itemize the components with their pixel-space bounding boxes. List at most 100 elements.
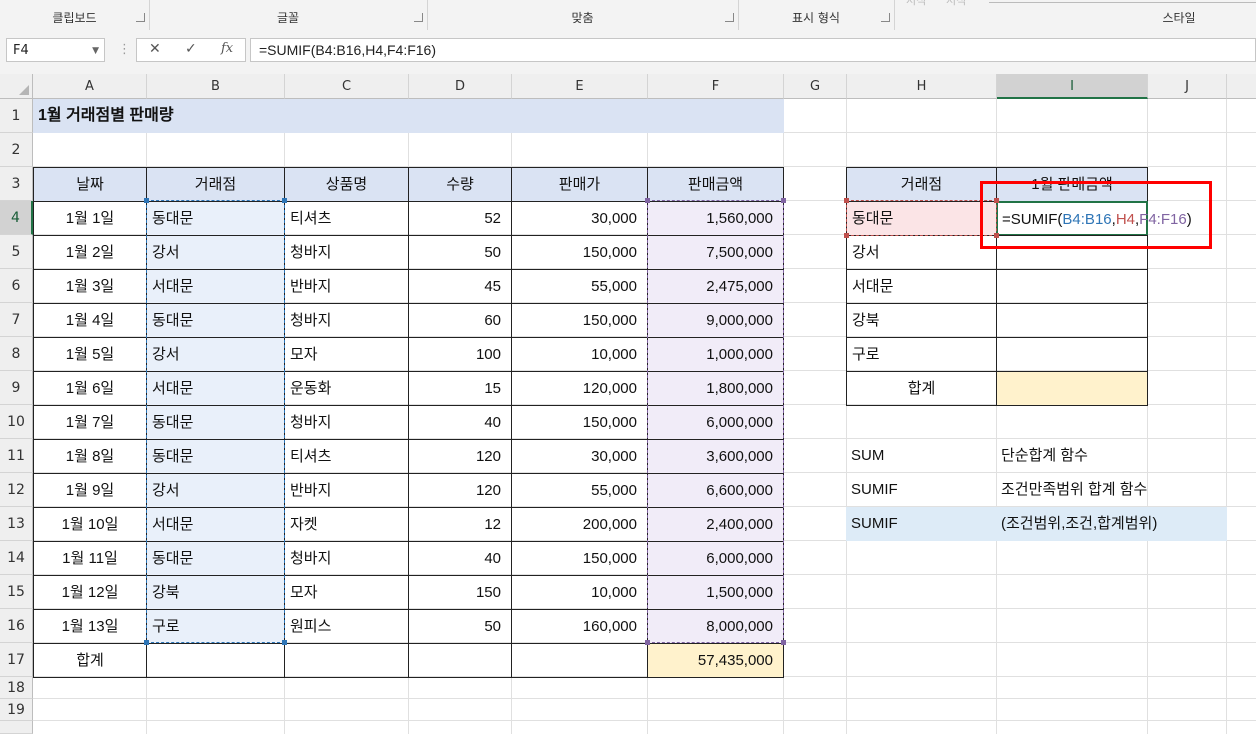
cell-qty[interactable]: 60	[408, 303, 512, 338]
summary-store-cell[interactable]: 강서	[846, 235, 997, 270]
row-header[interactable]: 8	[0, 337, 33, 371]
row-header[interactable]: 15	[0, 575, 33, 609]
cell-qty[interactable]: 100	[408, 337, 512, 372]
row-header[interactable]: 14	[0, 541, 33, 575]
chevron-down-icon[interactable]: ▼	[92, 39, 99, 63]
total-cell[interactable]	[408, 643, 512, 678]
table-header-qty[interactable]: 수량	[408, 167, 512, 202]
row-header[interactable]: 13	[0, 507, 33, 541]
cell-product[interactable]: 티셔츠	[284, 439, 409, 474]
cell-amount[interactable]: 8,000,000	[647, 609, 784, 644]
cell-amount[interactable]: 6,000,000	[647, 405, 784, 440]
cell-price[interactable]: 150,000	[511, 303, 648, 338]
note-description[interactable]: 조건만족범위 합계 함수	[996, 473, 1226, 507]
dialog-launcher-icon[interactable]	[881, 13, 890, 22]
row-header[interactable]: 2	[0, 133, 33, 167]
cell-store[interactable]: 구로	[146, 609, 285, 644]
cell-price[interactable]: 150,000	[511, 235, 648, 270]
dialog-launcher-icon[interactable]	[725, 13, 734, 22]
cell-store[interactable]: 강서	[146, 235, 285, 270]
total-amount[interactable]: 57,435,000	[647, 643, 784, 678]
summary-total-label[interactable]: 합계	[846, 371, 997, 406]
cell-date[interactable]: 1월 5일	[33, 337, 147, 372]
cell-product[interactable]: 운동화	[284, 371, 409, 406]
cell-amount[interactable]: 1,500,000	[647, 575, 784, 610]
column-header-j[interactable]: J	[1148, 74, 1227, 99]
cell-qty[interactable]: 40	[408, 405, 512, 440]
row-header[interactable]: 10	[0, 405, 33, 439]
row-header[interactable]: 7	[0, 303, 33, 337]
column-header-f[interactable]: F	[648, 74, 784, 99]
cell-date[interactable]: 1월 4일	[33, 303, 147, 338]
cell-qty[interactable]: 52	[408, 201, 512, 236]
cell-amount[interactable]: 2,475,000	[647, 269, 784, 304]
column-header-g[interactable]: G	[784, 74, 847, 99]
column-header-a[interactable]: A	[33, 74, 147, 99]
cell-price[interactable]: 150,000	[511, 405, 648, 440]
row-header[interactable]: 4	[0, 201, 33, 235]
cell-price[interactable]: 30,000	[511, 201, 648, 236]
dialog-launcher-icon[interactable]	[414, 13, 423, 22]
cell-date[interactable]: 1월 9일	[33, 473, 147, 508]
note-description[interactable]: (조건범위,조건,합계범위)	[996, 507, 1227, 541]
sheet-title[interactable]: 1월 거래점별 판매량	[33, 99, 784, 133]
cell-product[interactable]: 청바지	[284, 405, 409, 440]
row-header[interactable]: 6	[0, 269, 33, 303]
cell-price[interactable]: 10,000	[511, 575, 648, 610]
cell-store[interactable]: 강북	[146, 575, 285, 610]
summary-formula-cell[interactable]: =SUMIF(B4:B16,H4,F4:F16)	[996, 201, 1192, 236]
cell-amount[interactable]: 1,560,000	[647, 201, 784, 236]
cell-date[interactable]: 1월 2일	[33, 235, 147, 270]
total-cell[interactable]	[146, 643, 285, 678]
note-function[interactable]: SUM	[846, 439, 997, 473]
cell-date[interactable]: 1월 13일	[33, 609, 147, 644]
cell-qty[interactable]: 50	[408, 609, 512, 644]
row-header[interactable]: 17	[0, 643, 33, 677]
cell-store[interactable]: 동대문	[146, 439, 285, 474]
cell-store[interactable]: 동대문	[146, 541, 285, 576]
summary-store-cell[interactable]: 서대문	[846, 269, 997, 304]
row-header[interactable]	[0, 721, 33, 734]
cell-price[interactable]: 55,000	[511, 269, 648, 304]
summary-total-cell[interactable]	[996, 371, 1148, 406]
name-box[interactable]: F4 ▼	[6, 38, 105, 62]
cell-qty[interactable]: 45	[408, 269, 512, 304]
cell-price[interactable]: 160,000	[511, 609, 648, 644]
cell-date[interactable]: 1월 10일	[33, 507, 147, 542]
column-header-b[interactable]: B	[147, 74, 285, 99]
cell-price[interactable]: 30,000	[511, 439, 648, 474]
column-header-h[interactable]: H	[847, 74, 997, 99]
cell-amount[interactable]: 1,800,000	[647, 371, 784, 406]
row-header[interactable]: 3	[0, 167, 33, 201]
cell-product[interactable]: 원피스	[284, 609, 409, 644]
cell-product[interactable]: 모자	[284, 575, 409, 610]
cell-price[interactable]: 150,000	[511, 541, 648, 576]
dialog-launcher-icon[interactable]	[136, 13, 145, 22]
total-label[interactable]: 합계	[33, 643, 147, 678]
style-item-1[interactable]: 서식	[906, 0, 926, 8]
cell-date[interactable]: 1월 8일	[33, 439, 147, 474]
cell-qty[interactable]: 40	[408, 541, 512, 576]
summary-header-store[interactable]: 거래점	[846, 167, 997, 202]
total-cell[interactable]	[284, 643, 409, 678]
cell-date[interactable]: 1월 1일	[33, 201, 147, 236]
row-header[interactable]: 18	[0, 677, 33, 699]
summary-amount-cell[interactable]	[996, 337, 1148, 372]
cell-store[interactable]: 서대문	[146, 269, 285, 304]
enter-icon[interactable]: ✓	[185, 41, 197, 57]
column-header-i[interactable]: I	[997, 74, 1148, 99]
cell-amount[interactable]: 2,400,000	[647, 507, 784, 542]
summary-store-cell[interactable]: 구로	[846, 337, 997, 372]
cell-qty[interactable]: 15	[408, 371, 512, 406]
summary-amount-cell[interactable]	[996, 269, 1148, 304]
cell-product[interactable]: 청바지	[284, 235, 409, 270]
cell-price[interactable]: 10,000	[511, 337, 648, 372]
cell-amount[interactable]: 1,000,000	[647, 337, 784, 372]
table-header-amount[interactable]: 판매금액	[647, 167, 784, 202]
cell-store[interactable]: 서대문	[146, 371, 285, 406]
cell-product[interactable]: 티셔츠	[284, 201, 409, 236]
cell-store[interactable]: 강서	[146, 473, 285, 508]
cell-product[interactable]: 청바지	[284, 541, 409, 576]
cell-store[interactable]: 서대문	[146, 507, 285, 542]
row-header[interactable]: 5	[0, 235, 33, 269]
